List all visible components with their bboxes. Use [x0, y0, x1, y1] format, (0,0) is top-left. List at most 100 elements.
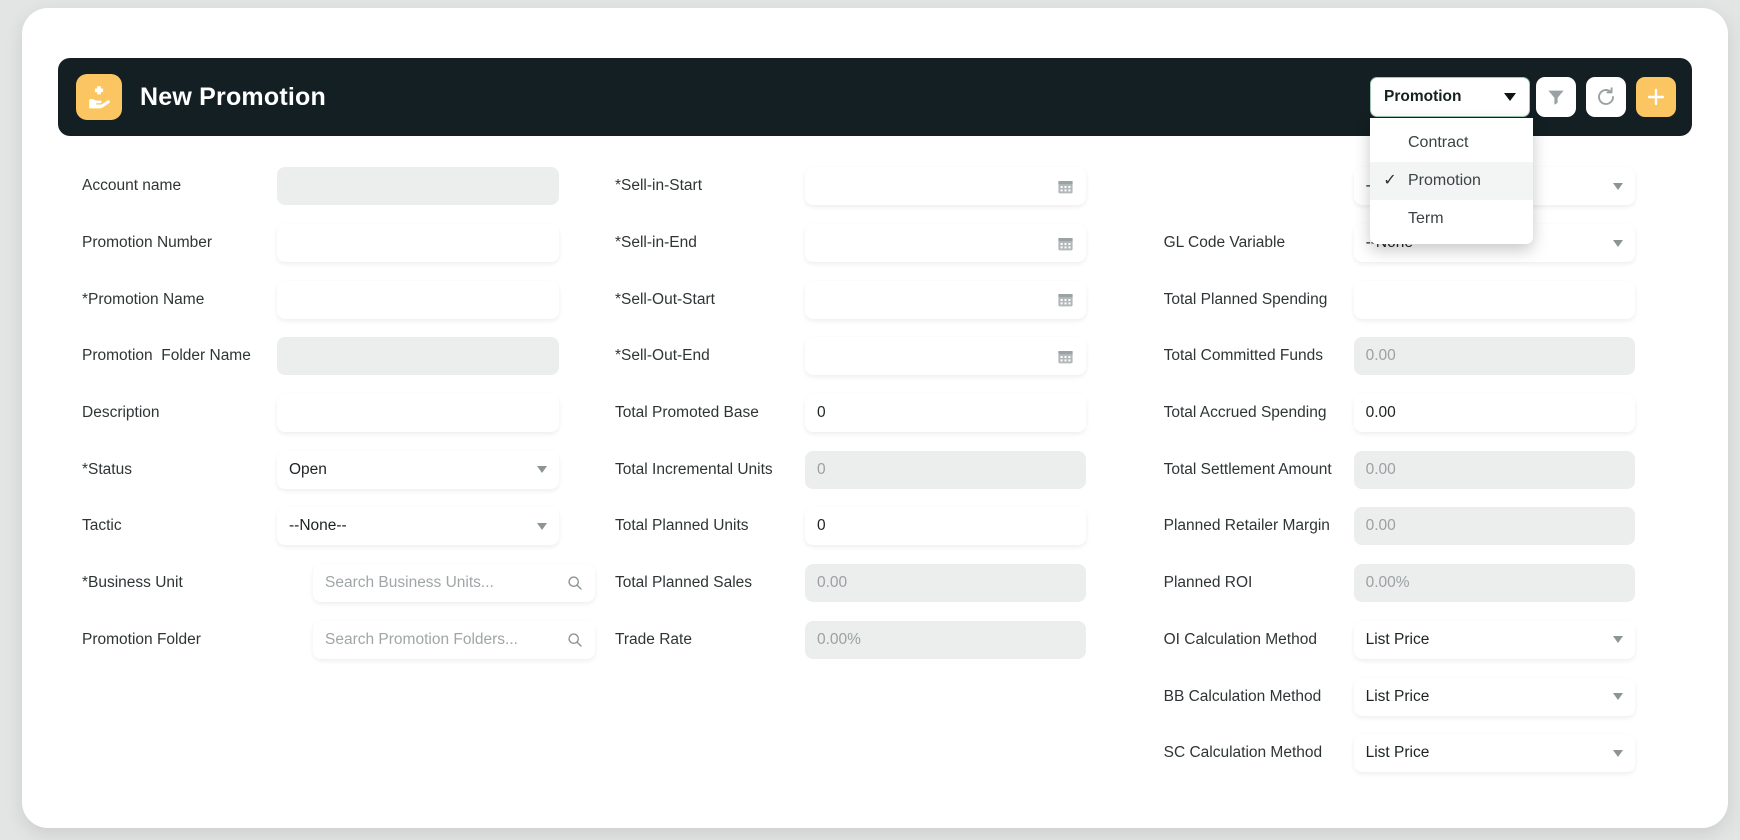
total-promoted-base-input[interactable]: 0	[805, 394, 1086, 433]
record-type-selected-label: Promotion	[1384, 88, 1462, 105]
record-type-menu[interactable]: Contract ✓ Promotion Term	[1370, 118, 1533, 244]
field-label: Total Planned Units	[615, 517, 749, 535]
account-name-input	[277, 167, 559, 206]
field-sell-out-start: *Sell-Out-Start	[615, 271, 1144, 328]
tactic-value: --None--	[289, 517, 347, 535]
field-total-promoted-base: Total Promoted Base 0	[615, 385, 1144, 442]
field-label: *Sell-Out-End	[615, 347, 710, 365]
filter-button[interactable]	[1536, 77, 1576, 117]
field-label: *Sell-Out-Start	[615, 290, 715, 308]
chevron-down-icon	[1612, 749, 1623, 757]
header-title-group: New Promotion	[76, 74, 326, 120]
menu-item-label: Term	[1408, 210, 1444, 227]
hand-holding-plus-icon	[76, 74, 122, 120]
total-accrued-spending-input[interactable]: 0.00	[1353, 394, 1635, 433]
field-label: Total Planned Spending	[1163, 290, 1328, 308]
chevron-down-icon	[1612, 636, 1623, 644]
field-label: Promotion Folder Name	[82, 347, 251, 365]
sc-calculation-method-value: List Price	[1365, 744, 1430, 762]
total-planned-sales-input: 0.00	[805, 564, 1086, 603]
total-settlement-amount-input: 0.00	[1353, 450, 1635, 489]
promotion-number-input[interactable]	[277, 224, 559, 263]
sell-out-end-datepicker[interactable]	[805, 337, 1086, 376]
field-label: Planned Retailer Margin	[1163, 517, 1330, 535]
business-unit-placeholder: Search Business Units...	[325, 574, 494, 592]
business-unit-lookup[interactable]: Search Business Units...	[313, 564, 595, 603]
field-promotion-folder-name: Promotion Folder Name	[82, 328, 595, 385]
field-label: *Sell-in-End	[615, 234, 697, 252]
sell-in-end-datepicker[interactable]	[805, 224, 1086, 263]
planned-roi-input: 0.00%	[1353, 564, 1635, 603]
page-card: New Promotion Promotion Contract ✓ Promo…	[22, 8, 1728, 828]
calendar-icon	[1057, 291, 1074, 308]
record-type-selector[interactable]: Promotion	[1370, 77, 1530, 117]
field-promotion-number: Promotion Number	[82, 215, 595, 272]
field-label: Description	[82, 404, 160, 422]
sell-in-start-datepicker[interactable]	[805, 167, 1086, 206]
check-icon: ✓	[1383, 172, 1397, 189]
field-total-incremental-units: Total Incremental Units 0	[615, 441, 1144, 498]
chevron-down-icon	[1504, 93, 1516, 101]
status-select[interactable]: Open	[277, 450, 559, 489]
record-type-selector-wrap: Promotion Contract ✓ Promotion Term	[1370, 77, 1533, 244]
field-label: Trade Rate	[615, 630, 692, 648]
page-title: New Promotion	[140, 82, 326, 111]
form-column-middle: *Sell-in-Start *Sell-in-End *Sell-Out-St…	[595, 158, 1144, 782]
oi-calculation-method-select[interactable]: List Price	[1353, 620, 1635, 659]
field-label: *Sell-in-Start	[615, 177, 702, 195]
total-planned-spending-input[interactable]	[1353, 280, 1635, 319]
field-total-planned-spending: Total Planned Spending	[1164, 271, 1693, 328]
field-label: BB Calculation Method	[1163, 687, 1322, 705]
chevron-down-icon	[1612, 239, 1623, 247]
field-bb-calculation-method: BB Calculation Method List Price	[1164, 668, 1693, 725]
field-label: Total Incremental Units	[615, 460, 773, 478]
field-total-committed-funds: Total Committed Funds 0.00	[1164, 328, 1693, 385]
calendar-icon	[1057, 178, 1074, 195]
sc-calculation-method-select[interactable]: List Price	[1353, 734, 1635, 773]
tactic-select[interactable]: --None--	[277, 507, 559, 546]
field-label: Planned ROI	[1163, 574, 1253, 592]
trade-rate-input: 0.00%	[805, 620, 1086, 659]
field-planned-roi: Planned ROI 0.00%	[1164, 555, 1693, 612]
add-button[interactable]	[1636, 77, 1676, 117]
planned-retailer-margin-input: 0.00	[1353, 507, 1635, 546]
header-actions	[1536, 77, 1676, 117]
refresh-button[interactable]	[1586, 77, 1626, 117]
field-total-planned-sales: Total Planned Sales 0.00	[615, 555, 1144, 612]
chevron-down-icon	[537, 522, 547, 530]
form-column-left: Account name Promotion Number *Promotion…	[46, 158, 595, 782]
oi-calculation-method-value: List Price	[1365, 630, 1430, 648]
status-value: Open	[289, 460, 327, 478]
form-column-right: --None-- GL Code Variable --None-- Total…	[1144, 158, 1693, 782]
field-tactic: Tactic --None--	[82, 498, 595, 555]
field-label: Promotion Folder	[82, 630, 201, 648]
field-oi-calculation-method: OI Calculation Method List Price	[1164, 612, 1693, 669]
search-icon	[567, 575, 583, 591]
promotion-name-input[interactable]	[277, 280, 559, 319]
chevron-down-icon	[537, 466, 547, 474]
field-label: SC Calculation Method	[1163, 744, 1323, 762]
field-promotion-folder: Promotion Folder Search Promotion Folder…	[82, 612, 595, 669]
menu-item-promotion[interactable]: ✓ Promotion	[1370, 162, 1533, 200]
total-incremental-units-input: 0	[805, 450, 1086, 489]
description-input[interactable]	[277, 394, 559, 433]
total-committed-funds-input: 0.00	[1353, 337, 1635, 376]
promotion-folder-lookup[interactable]: Search Promotion Folders...	[313, 620, 595, 659]
menu-item-term[interactable]: Term	[1370, 200, 1533, 238]
plus-icon	[1645, 86, 1667, 108]
field-label: *Status	[82, 460, 132, 478]
field-label: Total Planned Sales	[615, 574, 753, 592]
field-sell-in-end: *Sell-in-End	[615, 215, 1144, 272]
field-label: OI Calculation Method	[1163, 630, 1317, 648]
calendar-icon	[1057, 235, 1074, 252]
field-planned-retailer-margin: Planned Retailer Margin 0.00	[1164, 498, 1693, 555]
field-total-planned-units: Total Planned Units 0	[615, 498, 1144, 555]
chevron-down-icon	[1612, 182, 1623, 190]
total-planned-units-input[interactable]: 0	[805, 507, 1086, 546]
field-label: GL Code Variable	[1163, 234, 1286, 252]
promotion-form: Account name Promotion Number *Promotion…	[22, 158, 1728, 782]
bb-calculation-method-select[interactable]: List Price	[1353, 677, 1635, 716]
sell-out-start-datepicker[interactable]	[805, 280, 1086, 319]
menu-item-contract[interactable]: Contract	[1370, 124, 1533, 162]
field-sell-in-start: *Sell-in-Start	[615, 158, 1144, 215]
